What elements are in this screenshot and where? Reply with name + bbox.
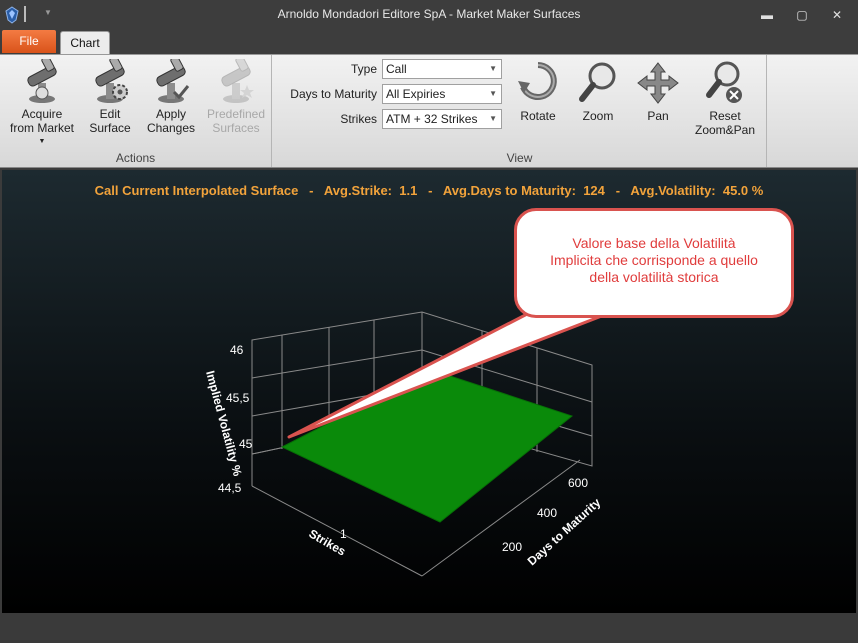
callout-line-2: Implicita che corrisponde a quello bbox=[550, 252, 758, 268]
apply-changes-button[interactable]: Apply Changes bbox=[142, 59, 200, 135]
y-tick-label: 600 bbox=[568, 476, 588, 490]
annotation-callout: Valore base della Volatilità Implicita c… bbox=[514, 208, 794, 318]
pan-arrows-icon bbox=[637, 62, 679, 104]
ribbon-tab-row: File Chart bbox=[0, 30, 858, 55]
chart-area[interactable]: Call Current Interpolated Surface - Avg.… bbox=[2, 170, 856, 613]
predefined-surfaces-button[interactable]: Predefined Surfaces bbox=[204, 59, 268, 135]
days-to-maturity-value: All Expiries bbox=[386, 87, 446, 101]
maximize-button[interactable]: ▢ bbox=[789, 5, 815, 25]
strikes-select[interactable]: ATM + 32 Strikes ▼ bbox=[382, 109, 502, 129]
acquire-label-2: from Market bbox=[9, 121, 74, 135]
close-button[interactable]: ✕ bbox=[824, 5, 850, 25]
days-to-maturity-label: Days to Maturity bbox=[290, 87, 377, 101]
telescope-star-icon bbox=[221, 59, 254, 103]
apply-label-1: Apply bbox=[155, 107, 187, 121]
z-tick-label: 46 bbox=[230, 343, 244, 357]
type-select[interactable]: Call ▼ bbox=[382, 59, 502, 79]
days-to-maturity-select[interactable]: All Expiries ▼ bbox=[382, 84, 502, 104]
callout-line-3: della volatilità storica bbox=[589, 269, 719, 285]
telescope-check-icon bbox=[156, 59, 190, 103]
grid-line bbox=[251, 349, 423, 379]
y-tick-label: 400 bbox=[537, 506, 557, 520]
predefined-label-1: Predefined bbox=[206, 107, 266, 121]
ribbon: Acquire from Market ▼ Edit Surface Apply… bbox=[0, 54, 858, 168]
apply-label-2: Changes bbox=[146, 121, 196, 135]
view-group-label: View bbox=[506, 151, 533, 165]
pan-label: Pan bbox=[647, 109, 669, 123]
z-axis-label: Implied Volatility % bbox=[203, 369, 245, 478]
status-bar bbox=[0, 613, 858, 643]
x-tick-label: 1 bbox=[340, 527, 347, 541]
strikes-label: Strikes bbox=[340, 112, 377, 126]
acquire-dropdown-icon[interactable]: ▼ bbox=[6, 135, 78, 149]
edit-label-2: Surface bbox=[89, 121, 131, 135]
tab-chart[interactable]: Chart bbox=[60, 31, 110, 55]
edit-surface-button[interactable]: Edit Surface bbox=[82, 59, 138, 135]
window-title: Arnoldo Mondadori Editore SpA - Market M… bbox=[277, 7, 581, 21]
acquire-label-1: Acquire bbox=[21, 107, 63, 121]
type-value: Call bbox=[386, 62, 407, 76]
strikes-value: ATM + 32 Strikes bbox=[386, 112, 478, 126]
ribbon-group-view: Type Call ▼ Days to Maturity All Expirie… bbox=[273, 55, 767, 167]
telescope-icon bbox=[27, 59, 57, 103]
acquire-from-market-button[interactable]: Acquire from Market ▼ bbox=[6, 59, 78, 149]
reset-zoom-pan-button[interactable]: Reset Zoom&Pan bbox=[689, 59, 761, 137]
reset-label-1: Reset bbox=[709, 109, 741, 123]
strikes-dropdown-icon: ▼ bbox=[489, 114, 497, 123]
ribbon-group-actions: Acquire from Market ▼ Edit Surface Apply… bbox=[0, 55, 272, 167]
telescope-gear-icon bbox=[95, 59, 128, 103]
callout-line-1: Valore base della Volatilità bbox=[572, 235, 736, 251]
actions-group-label: Actions bbox=[115, 151, 156, 165]
predefined-label-2: Surfaces bbox=[212, 121, 260, 135]
app-window: ▼ Arnoldo Mondadori Editore SpA - Market… bbox=[0, 0, 858, 643]
y-tick-label: 200 bbox=[502, 540, 522, 554]
z-tick-label: 45,5 bbox=[226, 391, 250, 405]
zoom-button[interactable]: Zoom bbox=[571, 59, 625, 123]
zoom-label: Zoom bbox=[582, 109, 614, 123]
magnifier-reset-icon bbox=[706, 61, 742, 103]
rotate-button[interactable]: Rotate bbox=[511, 59, 565, 123]
type-label: Type bbox=[350, 62, 377, 76]
edit-label-1: Edit bbox=[99, 107, 121, 121]
magnifier-icon bbox=[579, 62, 616, 102]
title-bar: ▼ Arnoldo Mondadori Editore SpA - Market… bbox=[0, 0, 858, 30]
type-dropdown-icon: ▼ bbox=[489, 64, 497, 73]
rotate-icon bbox=[518, 62, 557, 100]
reset-label-2: Zoom&Pan bbox=[694, 123, 756, 137]
z-tick-label: 44,5 bbox=[218, 481, 242, 495]
days-dropdown-icon: ▼ bbox=[489, 89, 497, 98]
minimize-button[interactable]: ▬ bbox=[754, 5, 780, 25]
tab-file[interactable]: File bbox=[2, 30, 56, 53]
z-tick-label: 45 bbox=[239, 437, 253, 451]
pan-button[interactable]: Pan bbox=[631, 59, 685, 123]
volatility-surface bbox=[280, 369, 574, 523]
rotate-label: Rotate bbox=[520, 109, 556, 123]
